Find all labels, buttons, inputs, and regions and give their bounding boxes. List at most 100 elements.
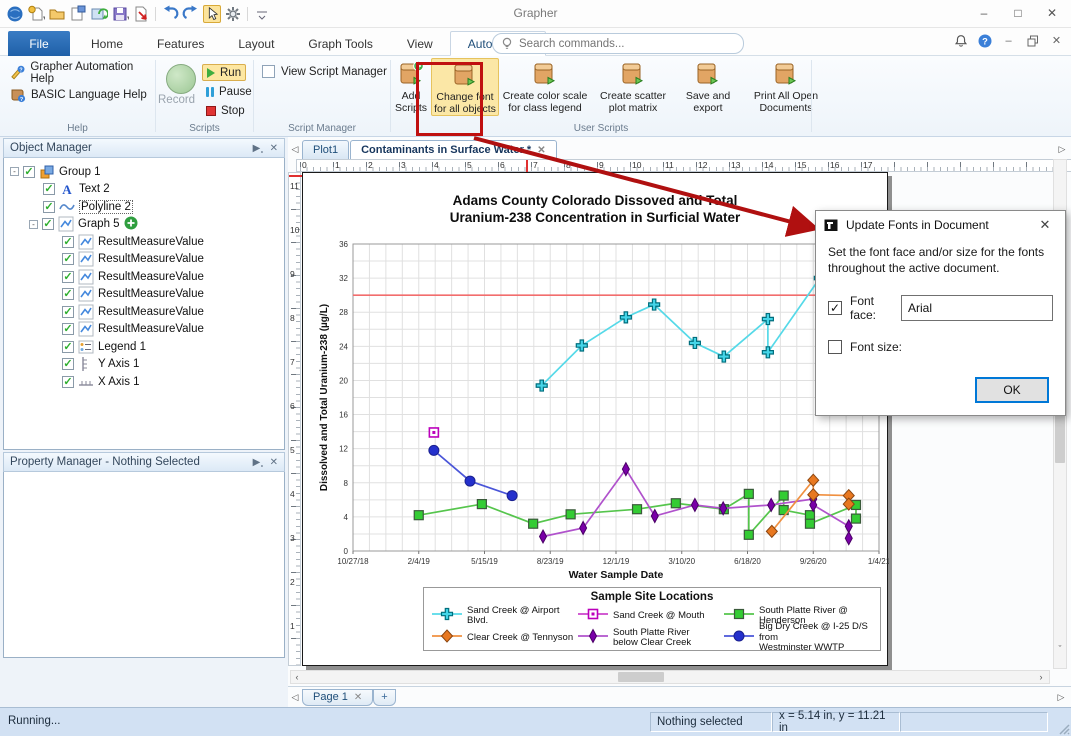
notifications-bell-icon[interactable] <box>952 32 969 49</box>
grapher-automation-help-button[interactable]: ? Grapher Automation Help <box>10 63 155 83</box>
visibility-checkbox[interactable]: ✓ <box>43 201 55 213</box>
tab-layout[interactable]: Layout <box>221 31 291 56</box>
dialog-title-bar[interactable]: Update Fonts in Document ✕ <box>816 211 1065 240</box>
tree-item-resultmeasurevalue[interactable]: ✓ResultMeasureValue <box>6 286 282 304</box>
minimize-ribbon-icon[interactable]: – <box>1000 32 1017 49</box>
user-script-label: Scripts <box>395 102 427 114</box>
scroll-left-icon[interactable]: ‹ <box>292 671 302 683</box>
tree-item-resultmeasurevalue[interactable]: ✓ResultMeasureValue <box>6 303 282 321</box>
visibility-checkbox[interactable]: ✓ <box>62 288 74 300</box>
doc-tab-scroll-left-icon[interactable]: ◁ <box>290 142 300 156</box>
tree-item-legend-1[interactable]: ✓Legend 1 <box>6 338 282 356</box>
horizontal-scrollbar[interactable] <box>290 670 1050 684</box>
pause-button[interactable]: Pause <box>202 83 256 100</box>
x-axis-icon <box>78 374 94 390</box>
tree-item-resultmeasurevalue[interactable]: ✓ResultMeasureValue <box>6 268 282 286</box>
property-manager-header[interactable]: Property Manager - Nothing Selected ▶˳ ✕ <box>3 452 285 472</box>
visibility-checkbox[interactable]: ✓ <box>62 376 74 388</box>
user-script-create-scatter-plot-matrix[interactable]: Create scatterplot matrix <box>591 58 675 114</box>
v-ruler-number: 10 <box>290 225 299 235</box>
expand-collapse-icon[interactable]: - <box>29 220 38 229</box>
pin-icon[interactable]: ▶˳ <box>253 457 264 468</box>
resize-grip-icon[interactable] <box>1058 723 1070 735</box>
tree-item-group-1[interactable]: -✓Group 1 <box>6 163 282 181</box>
visibility-checkbox[interactable]: ✓ <box>62 306 74 318</box>
help-icon[interactable]: ? <box>976 32 993 49</box>
user-script-add-scripts[interactable]: AddScripts <box>391 58 431 114</box>
tree-item-resultmeasurevalue[interactable]: ✓ResultMeasureValue <box>6 251 282 269</box>
tree-item-resultmeasurevalue[interactable]: ✓ResultMeasureValue <box>6 233 282 251</box>
window-close-button[interactable]: ✕ <box>1035 0 1069 26</box>
svg-text:Water Sample Date: Water Sample Date <box>569 569 664 581</box>
tab-view[interactable]: View <box>390 31 450 56</box>
tree-item-y-axis-1[interactable]: ✓Y Axis 1 <box>6 356 282 374</box>
tree-item-resultmeasurevalue[interactable]: ✓ResultMeasureValue <box>6 321 282 339</box>
dialog-close-icon[interactable]: ✕ <box>1033 217 1057 233</box>
close-tab-icon[interactable]: ✕ <box>537 145 545 156</box>
record-button[interactable] <box>166 64 196 94</box>
user-script-change-font-for-all-objects[interactable]: Change fontfor all objects <box>431 58 499 116</box>
user-script-label: Create color scale <box>503 90 588 102</box>
h-ruler-number: 17 <box>863 160 872 170</box>
visibility-checkbox[interactable]: ✓ <box>62 358 74 370</box>
tab-home[interactable]: Home <box>74 31 140 56</box>
stop-button[interactable]: Stop <box>202 102 249 119</box>
new-page-tab[interactable]: + <box>373 689 395 706</box>
ok-button[interactable]: OK <box>975 377 1049 403</box>
visibility-checkbox[interactable]: ✓ <box>62 236 74 248</box>
view-script-manager-checkbox[interactable]: View Script Manager <box>262 65 387 78</box>
add-circle-icon[interactable] <box>124 216 138 233</box>
visibility-checkbox[interactable]: ✓ <box>62 323 74 335</box>
window-maximize-button[interactable]: □ <box>1001 0 1035 26</box>
document-tab-plot1[interactable]: Plot1 <box>302 140 349 159</box>
tree-item-polyline-2[interactable]: ✓Polyline 2 <box>6 198 282 216</box>
visibility-checkbox[interactable]: ✓ <box>23 166 35 178</box>
scroll-down-icon[interactable]: ˇ <box>1053 643 1067 655</box>
visibility-checkbox[interactable]: ✓ <box>62 341 74 353</box>
page-tab-scroll-right-icon[interactable]: ▷ <box>1055 690 1067 704</box>
plot-icon <box>78 304 94 320</box>
plot-page[interactable]: Adams County Colorado Dissoved and Total… <box>302 172 888 666</box>
user-script-save-and-export[interactable]: Save andexport <box>675 58 741 114</box>
font-face-input[interactable] <box>901 295 1053 321</box>
scroll-right-icon[interactable]: › <box>1036 671 1046 683</box>
user-script-print-all-open-documents[interactable]: Print All OpenDocuments <box>741 58 831 114</box>
search-input[interactable] <box>519 38 719 50</box>
visibility-checkbox[interactable]: ✓ <box>43 183 55 195</box>
v-ruler-number: 9 <box>290 269 295 279</box>
expand-collapse-icon[interactable]: - <box>10 167 19 176</box>
close-document-icon[interactable]: ✕ <box>1048 32 1065 49</box>
close-page-icon[interactable]: ✕ <box>354 692 362 703</box>
h-ruler-number: 1 <box>335 160 340 170</box>
close-icon[interactable]: ✕ <box>270 143 278 154</box>
restore-document-icon[interactable] <box>1024 32 1041 49</box>
window-minimize-button[interactable]: – <box>967 0 1001 26</box>
tab-file[interactable]: File <box>8 31 70 56</box>
font-size-checkbox[interactable] <box>828 340 842 354</box>
basic-language-help-button[interactable]: ? BASIC Language Help <box>10 85 147 105</box>
command-search[interactable] <box>492 33 744 54</box>
page-tab[interactable]: Page 1 ✕ <box>302 689 373 706</box>
svg-text:?: ? <box>19 67 22 73</box>
object-manager-header[interactable]: Object Manager ▶˳ ✕ <box>3 138 285 158</box>
status-bar: Running... Nothing selected x = 5.14 in,… <box>0 707 1071 736</box>
horizontal-scrollbar-thumb[interactable] <box>618 672 664 682</box>
visibility-checkbox[interactable]: ✓ <box>62 271 74 283</box>
run-button[interactable]: Run <box>202 64 246 81</box>
doc-tab-scroll-right-icon[interactable]: ▷ <box>1057 142 1067 156</box>
font-face-checkbox[interactable]: ✓ <box>828 301 842 315</box>
close-icon[interactable]: ✕ <box>270 457 278 468</box>
tree-item-graph-5[interactable]: -✓Graph 5 <box>6 216 282 234</box>
ribbon-automation: ? Grapher Automation Help ? BASIC Langua… <box>0 56 1071 137</box>
tree-item-x-axis-1[interactable]: ✓X Axis 1 <box>6 373 282 391</box>
tree-item-text-2[interactable]: ✓AText 2 <box>6 181 282 199</box>
user-script-create-color-scale-for-class-legend[interactable]: Create color scalefor class legend <box>499 58 591 114</box>
document-tab-active[interactable]: Contaminants in Surface Water *✕ <box>350 140 557 159</box>
page-tab-scroll-icon[interactable]: ◁ <box>288 690 302 704</box>
tab-features[interactable]: Features <box>140 31 221 56</box>
pin-icon[interactable]: ▶˳ <box>253 143 264 154</box>
visibility-checkbox[interactable]: ✓ <box>62 253 74 265</box>
vertical-scrollbar-thumb[interactable] <box>1055 415 1065 463</box>
visibility-checkbox[interactable]: ✓ <box>42 218 54 230</box>
tab-graph-tools[interactable]: Graph Tools <box>291 31 389 56</box>
